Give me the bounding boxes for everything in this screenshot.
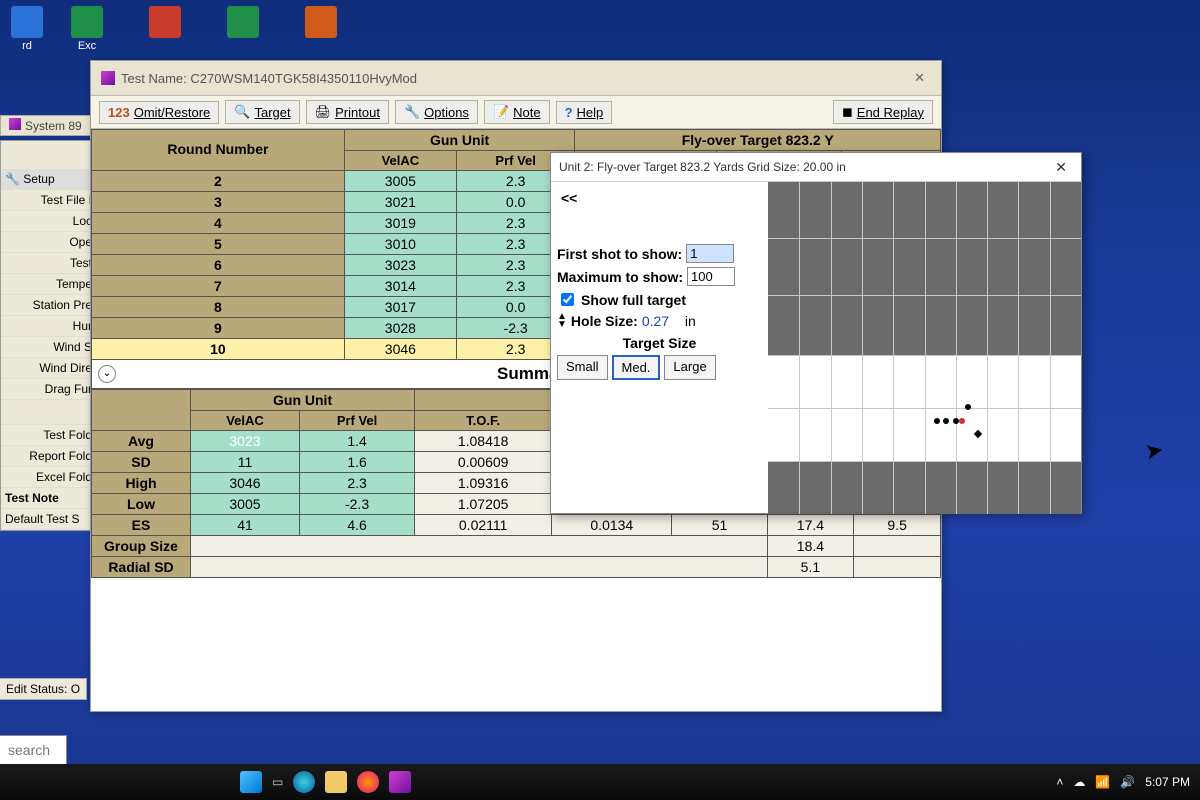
- prev-button[interactable]: <<: [561, 190, 766, 206]
- bg-label: Wind S: [1, 337, 96, 358]
- desktop-icon-powerpoint[interactable]: [296, 6, 346, 40]
- cursor-icon: ➤: [1143, 437, 1166, 466]
- target-icon: 🔍: [234, 104, 250, 120]
- summary-row: Group Size18.4: [92, 536, 941, 557]
- help-button[interactable]: ? Help: [556, 101, 613, 124]
- bg-label: Wind Dire: [1, 358, 96, 379]
- target-popup[interactable]: Unit 2: Fly-over Target 823.2 Yards Grid…: [550, 152, 1082, 514]
- bg-label: Excel Fold: [1, 467, 96, 488]
- desktop: rd Exc System 89 🔧 Setup Test File I Loc…: [0, 0, 1200, 800]
- first-shot-label: First shot to show:: [557, 246, 682, 262]
- bg-label: Default Test S: [1, 509, 96, 530]
- hole-size-value: 0.27: [642, 313, 669, 329]
- size-med-button[interactable]: Med.: [612, 355, 661, 380]
- firefox-icon[interactable]: [357, 771, 379, 793]
- omit-restore-button[interactable]: 123 Omit/Restore: [99, 101, 219, 124]
- shot-hole: [934, 418, 940, 424]
- stop-icon: ◼: [842, 104, 853, 120]
- system-window: 🔧 Setup Test File I Loc Ope Test Tempe S…: [0, 140, 97, 531]
- bg-label: Ope: [1, 232, 96, 253]
- bg-label: Drag Fur: [1, 379, 96, 400]
- taskbar[interactable]: ▭ ˄ ☁ 📶 🔊 5:07 PM: [0, 764, 1200, 800]
- explorer-icon[interactable]: [325, 771, 347, 793]
- close-icon[interactable]: ✕: [1049, 159, 1073, 176]
- target-button[interactable]: 🔍 Target: [225, 100, 299, 124]
- wifi-icon[interactable]: 📶: [1095, 775, 1110, 789]
- close-icon[interactable]: ✕: [908, 70, 931, 86]
- max-show-input[interactable]: [687, 267, 735, 286]
- cloud-icon[interactable]: ☁: [1073, 775, 1085, 789]
- col-gun-unit: Gun Unit: [344, 130, 575, 151]
- shot-hole: [953, 418, 959, 424]
- bg-label: Test Note: [1, 488, 96, 509]
- shot-hole: [943, 418, 949, 424]
- col-velac: VelAC: [344, 151, 456, 171]
- bg-label: Report Fold: [1, 446, 96, 467]
- bg-label: Loc: [1, 211, 96, 232]
- bg-label: Test Fold: [1, 425, 96, 446]
- start-icon[interactable]: [240, 771, 262, 793]
- bg-label: Station Pre: [1, 295, 96, 316]
- first-shot-input[interactable]: [686, 244, 734, 263]
- note-button[interactable]: 📝 Note: [484, 100, 550, 124]
- size-small-button[interactable]: Small: [557, 355, 608, 380]
- popup-title-bar[interactable]: Unit 2: Fly-over Target 823.2 Yards Grid…: [551, 153, 1081, 182]
- gear-icon: 🔧: [404, 104, 420, 120]
- show-full-label: Show full target: [581, 292, 686, 308]
- col-round: Round Number: [92, 130, 345, 171]
- desktop-icon-excel[interactable]: Exc: [62, 6, 112, 52]
- spinner-icon[interactable]: ▲▼: [557, 313, 567, 329]
- popup-controls: << First shot to show: Maximum to show: …: [551, 182, 768, 514]
- popup-title: Unit 2: Fly-over Target 823.2 Yards Grid…: [559, 160, 846, 174]
- hole-size-label: Hole Size:: [571, 313, 638, 329]
- window-title: Test Name: C270WSM140TGK58I4350110HvyMod: [121, 71, 417, 86]
- volume-icon[interactable]: 🔊: [1120, 775, 1135, 789]
- max-show-label: Maximum to show:: [557, 269, 683, 285]
- shot-hole: [959, 418, 965, 424]
- bg-label: [1, 400, 96, 425]
- desktop-icon-publisher[interactable]: [218, 6, 268, 40]
- edge-icon[interactable]: [293, 771, 315, 793]
- size-large-button[interactable]: Large: [664, 355, 715, 380]
- bg-label: Test: [1, 253, 96, 274]
- help-icon: ?: [565, 105, 573, 120]
- setup-button[interactable]: 🔧 Setup: [1, 169, 96, 190]
- bg-label: Test File I: [1, 190, 96, 211]
- end-replay-button[interactable]: ◼ End Replay: [833, 100, 933, 124]
- app-icon: [101, 71, 115, 85]
- search-input[interactable]: search: [0, 735, 67, 764]
- summary-row: Radial SD5.1: [92, 557, 941, 578]
- edit-status: Edit Status: O: [0, 678, 87, 700]
- target-display[interactable]: [768, 182, 1081, 514]
- task-view-icon[interactable]: ▭: [272, 775, 283, 789]
- options-button[interactable]: 🔧 Options: [395, 100, 478, 124]
- desktop-icon-access[interactable]: [140, 6, 190, 40]
- clock[interactable]: 5:07 PM: [1145, 775, 1190, 789]
- printout-button[interactable]: 🖨 Printout: [306, 100, 389, 124]
- chevron-up-icon[interactable]: ˄: [1056, 775, 1063, 789]
- bg-label: Hur: [1, 316, 96, 337]
- system-window-title: System 89: [0, 115, 91, 136]
- bg-label: Tempe: [1, 274, 96, 295]
- desktop-icon-word[interactable]: rd: [2, 6, 52, 52]
- target-size-label: Target Size: [557, 335, 762, 351]
- title-bar[interactable]: Test Name: C270WSM140TGK58I4350110HvyMod…: [91, 61, 941, 96]
- toolbar: 123 Omit/Restore 🔍 Target 🖨 Printout 🔧 O…: [91, 96, 941, 129]
- collapse-icon[interactable]: ⌄: [98, 365, 116, 383]
- show-full-target-checkbox[interactable]: [561, 293, 574, 306]
- summary-row: ES414.60.021110.01345117.49.5: [92, 515, 941, 536]
- col-flyover: Fly-over Target 823.2 Y: [575, 130, 941, 151]
- app-icon[interactable]: [389, 771, 411, 793]
- note-icon: 📝: [493, 104, 509, 120]
- printer-icon: 🖨: [315, 104, 332, 120]
